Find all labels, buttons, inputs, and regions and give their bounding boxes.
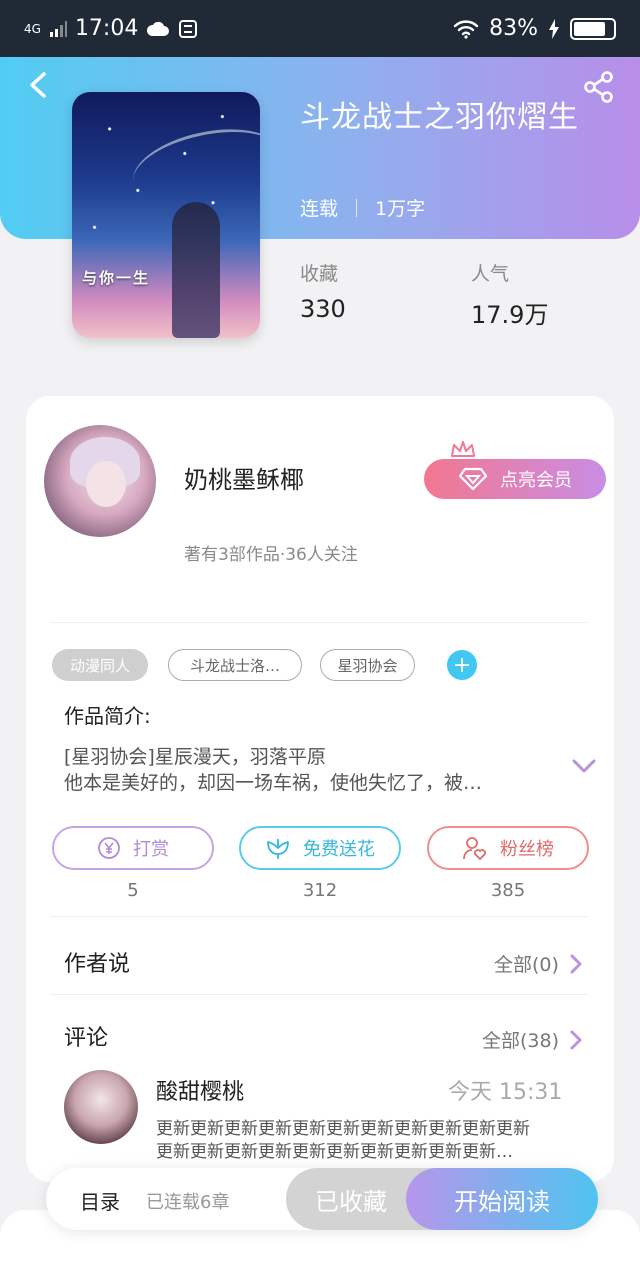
notification-icon [179,19,198,38]
divider [50,994,588,995]
comment-text-line-2: 更新更新更新更新更新更新更新更新更新更新… [156,1142,513,1162]
flower-count: 312 [302,880,338,901]
chapter-count: 已连载6章 [146,1192,230,1213]
comments-title: 评论 [64,1026,109,1051]
intro-line-2: 他本是美好的，却因一场车祸，使他失忆了，被… [64,772,483,794]
intro-title: 作品简介: [64,704,151,728]
popularity-label: 人气 [471,263,510,285]
yen-coin-icon [98,837,120,859]
fans-count: 385 [490,880,526,901]
meta-separator [356,198,358,217]
tag-fandom[interactable]: 斗龙战士洛… [168,649,302,681]
favorites-label: 收藏 [300,263,339,285]
send-flower-button[interactable]: 免费送花 [239,826,401,870]
comment-time: 今天 15:31 [448,1080,563,1105]
status-bar: 4G 17:04 83% [0,0,640,57]
status-left: 4G 17:04 [24,16,198,41]
flower-label: 免费送花 [303,839,375,860]
book-meta: 连载 1万字 [300,194,425,221]
user-heart-icon [463,837,487,861]
comment-user-name[interactable]: 酸甜樱桃 [156,1074,244,1106]
comments-all-label: 全部(38) [482,1030,560,1052]
tip-count: 5 [127,880,139,901]
divider [50,916,588,917]
diamond-icon [458,467,488,491]
status-time: 17:04 [74,16,139,41]
flower-icon [267,839,289,859]
tip-button[interactable]: 打赏 [52,826,214,870]
add-tag-button[interactable]: + [447,650,477,680]
author-says-all-link[interactable]: 全部(0) [494,950,583,977]
avatar-face [86,461,126,507]
comments-all-link[interactable]: 全部(38) [482,1026,583,1053]
cover-figure [172,202,220,338]
divider [50,622,588,623]
tag-group[interactable]: 星羽协会 [320,649,415,681]
book-title: 斗龙战士之羽你熠生 [300,100,579,135]
back-button[interactable] [24,68,54,102]
cloud-icon [147,21,170,36]
book-cover[interactable]: 与你一生 [72,92,260,338]
plus-icon: + [452,652,472,678]
toc-button[interactable]: 目录 [80,1186,120,1215]
member-button-label: 点亮会员 [500,470,572,491]
status-right: 83% [453,16,616,41]
chevron-right-icon [570,1030,582,1049]
fans-label: 粉丝榜 [500,839,554,860]
author-says-title: 作者说 [64,952,131,977]
battery-fill [574,21,605,36]
book-word-count: 1万字 [375,198,426,220]
chevron-right-icon [570,954,582,973]
battery-icon [570,17,616,40]
expand-intro-button[interactable] [570,756,598,776]
start-reading-button[interactable]: 开始阅读 [406,1168,598,1230]
tip-label: 打赏 [133,839,169,860]
battery-percent: 83% [489,16,538,41]
tag-category[interactable]: 动漫同人 [52,649,148,681]
author-avatar[interactable] [44,425,156,537]
cover-title: 与你一生 [82,269,151,287]
comment-text-line-1: 更新更新更新更新更新更新更新更新更新更新更新 [156,1119,530,1139]
wifi-icon [453,19,479,39]
network-indicator: 4G [24,21,41,36]
favorites-value: 330 [300,295,346,323]
popularity-value: 17.9万 [471,301,549,329]
signal-icon [49,20,67,37]
comment-avatar[interactable] [64,1070,138,1144]
intro-line-1: [星羽协会]星辰漫天，羽落平原 [64,746,326,768]
book-status: 连载 [300,198,339,220]
crown-icon [451,441,475,457]
author-says-all-label: 全部(0) [494,954,559,976]
author-name[interactable]: 奶桃墨稣椰 [184,460,304,495]
author-subtitle: 著有3部作品·36人关注 [184,545,358,565]
member-button[interactable]: 点亮会员 [424,459,606,499]
fans-ranking-button[interactable]: 粉丝榜 [427,826,589,870]
charging-icon [549,18,559,39]
